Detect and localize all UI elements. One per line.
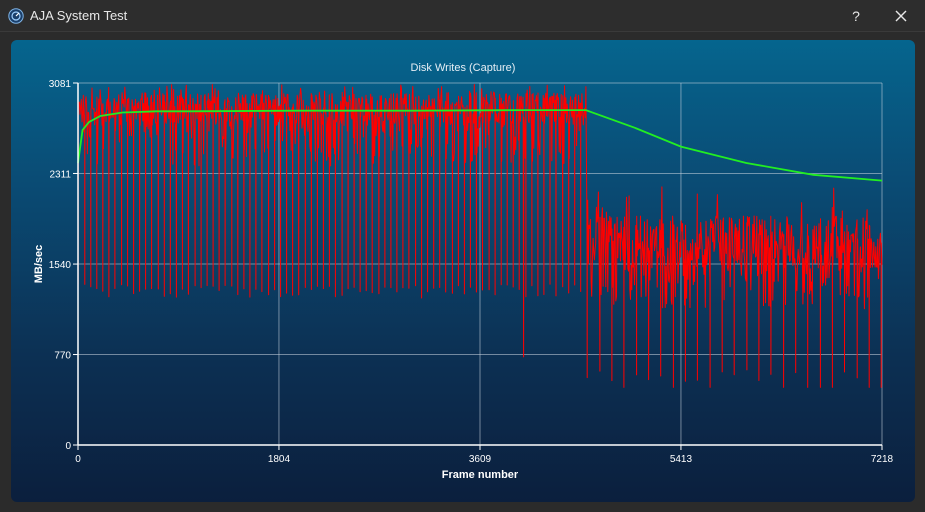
window-title: AJA System Test	[30, 8, 128, 23]
y-tick-label: 770	[54, 351, 71, 362]
y-tick-label: 0	[65, 441, 71, 452]
x-tick-label: 5413	[670, 454, 693, 465]
x-tick-label: 1804	[268, 454, 291, 465]
x-tick-label: 0	[75, 454, 81, 465]
help-button[interactable]: ?	[842, 4, 870, 28]
y-tick-label: 1540	[49, 260, 72, 271]
y-tick-label: 2311	[49, 169, 71, 180]
x-axis-label: Frame number	[442, 469, 519, 481]
chart-panel: Disk Writes (Capture) 0 1804 3609 5413 7218 0…	[11, 40, 915, 502]
y-tick-label: 3081	[49, 79, 72, 90]
x-tick-label: 7218	[871, 454, 894, 465]
close-button[interactable]	[884, 4, 918, 28]
disk-writes-chart: 0 1804 3609 5413 7218 0 770 1540 2311 3081 Frame n…	[33, 79, 894, 481]
close-icon	[895, 10, 907, 22]
title-bar: AJA System Test ?	[0, 0, 925, 32]
x-tick-label: 3609	[469, 454, 492, 465]
y-axis-label: MB/sec	[33, 245, 45, 284]
aja-logo-icon	[8, 8, 24, 24]
